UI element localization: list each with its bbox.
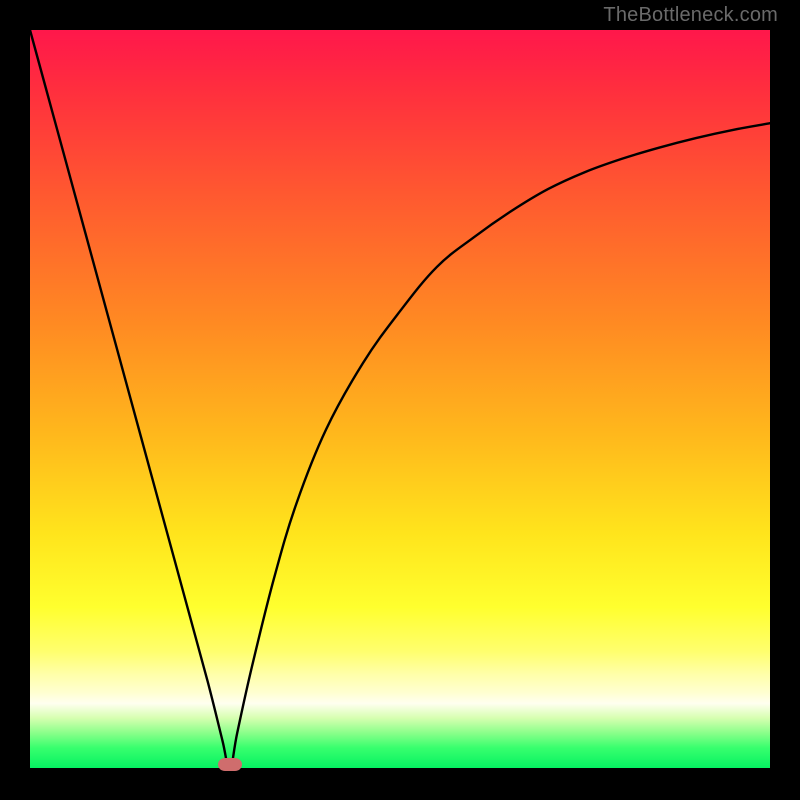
plot-area [30,30,770,770]
watermark-text: TheBottleneck.com [603,4,778,27]
chart-frame: TheBottleneck.com [0,0,800,800]
curve-minimum-marker [218,758,242,771]
x-axis-baseline [30,768,770,770]
bottleneck-curve [30,30,770,770]
